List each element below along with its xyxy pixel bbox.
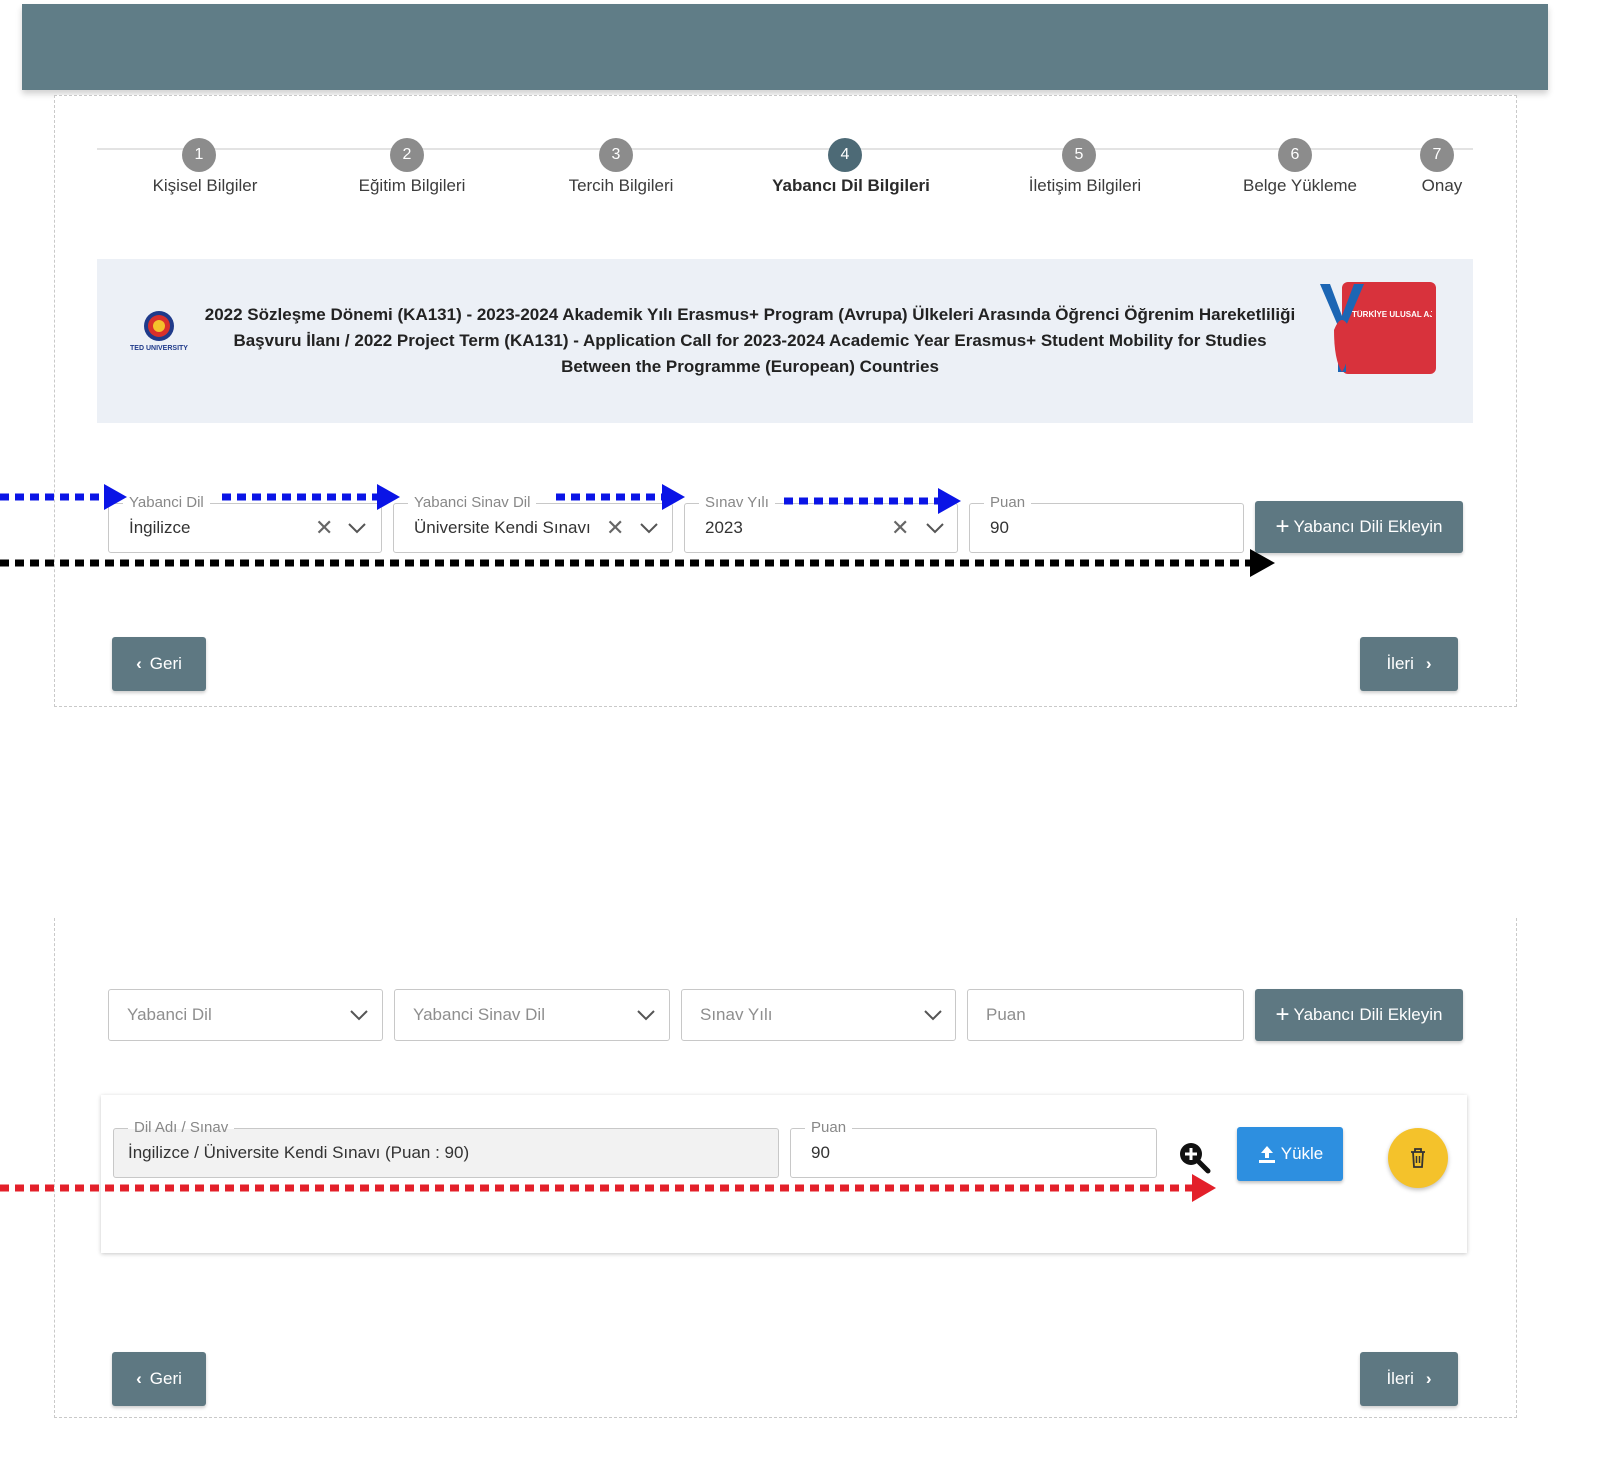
blue-arrowhead-2 xyxy=(377,484,400,510)
red-arrowhead xyxy=(1192,1174,1216,1202)
blue-arrowhead-3 xyxy=(662,484,685,510)
annotation-arrows xyxy=(0,484,1275,1202)
blue-arrowhead-4 xyxy=(938,488,961,514)
black-arrowhead xyxy=(1250,549,1275,577)
blue-arrowhead-1 xyxy=(104,484,127,510)
